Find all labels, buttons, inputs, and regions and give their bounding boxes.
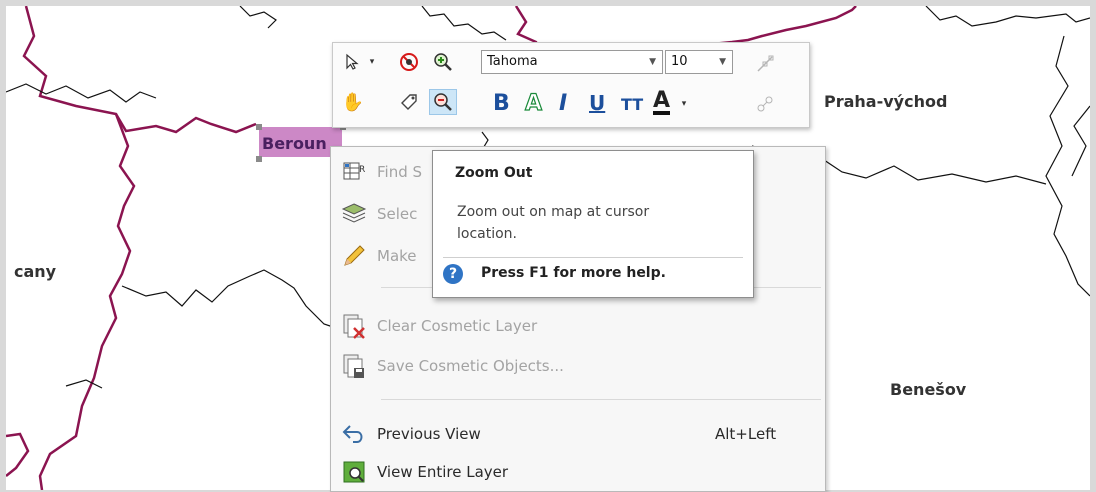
region-label-benesov[interactable]: Benešov xyxy=(890,380,966,399)
bold-button[interactable]: B xyxy=(493,91,510,116)
font-name-value: Tahoma xyxy=(487,54,538,69)
selection-handle[interactable] xyxy=(256,124,262,130)
region-label-beroun[interactable]: Beroun xyxy=(262,134,327,153)
find-selection-icon: R xyxy=(331,160,377,184)
underline-button[interactable]: U xyxy=(589,91,605,115)
font-size-combo[interactable]: 10 ▼ xyxy=(665,50,733,74)
menu-item-clear-cosmetic-layer[interactable]: Clear Cosmetic Layer xyxy=(331,307,825,345)
zoom-in-icon[interactable] xyxy=(429,49,457,75)
vertex-icon xyxy=(751,91,779,117)
pan-hand-icon[interactable]: ✋ xyxy=(339,89,367,115)
menu-item-label: Save Cosmetic Objects... xyxy=(377,357,564,375)
menu-item-label: Previous View xyxy=(377,425,481,443)
menu-item-view-entire-layer[interactable]: View Entire Layer xyxy=(331,453,825,491)
superscript-button[interactable]: TT xyxy=(621,95,643,114)
node-edit-icon xyxy=(751,51,779,77)
region-label-rakovnik[interactable]: cany xyxy=(14,262,56,281)
clear-cosmetic-layer-icon xyxy=(331,312,377,340)
italic-button[interactable]: I xyxy=(559,91,567,116)
chevron-down-icon: ▼ xyxy=(719,57,726,67)
tooltip-separator xyxy=(443,257,743,258)
tooltip-help-text: Press F1 for more help. xyxy=(481,265,666,281)
cancel-icon[interactable] xyxy=(395,49,423,75)
outline-text-button[interactable]: A xyxy=(524,90,542,116)
pencil-icon xyxy=(331,243,377,269)
region-label-praha-vychod[interactable]: Praha-východ xyxy=(824,92,947,111)
svg-text:R: R xyxy=(359,165,365,175)
font-name-combo[interactable]: Tahoma ▼ xyxy=(481,50,663,74)
tooltip-title: Zoom Out xyxy=(455,165,533,181)
mini-toolbar: ▾ ✋ Tahoma ▼ 10 ▼ B A I U TT A ▾ xyxy=(332,42,810,128)
menu-separator xyxy=(381,399,821,400)
save-cosmetic-objects-icon xyxy=(331,352,377,380)
zoom-out-icon[interactable] xyxy=(429,89,457,115)
tooltip-description: Zoom out on map at cursor location. xyxy=(457,204,650,242)
select-arrow-icon[interactable] xyxy=(339,49,367,75)
chevron-down-icon: ▼ xyxy=(649,57,656,67)
select-dropdown-icon[interactable]: ▾ xyxy=(365,49,379,75)
zoom-out-tooltip: Zoom Out Zoom out on map at cursor locat… xyxy=(432,150,754,298)
label-tag-icon[interactable] xyxy=(395,89,423,115)
help-icon: ? xyxy=(443,264,463,284)
menu-item-shortcut: Alt+Left xyxy=(715,425,777,443)
menu-item-previous-view[interactable]: Previous View Alt+Left xyxy=(331,415,825,453)
menu-item-save-cosmetic-objects[interactable]: Save Cosmetic Objects... xyxy=(331,347,825,385)
selection-handle[interactable] xyxy=(256,156,262,162)
font-color-dropdown-icon[interactable]: ▾ xyxy=(677,91,691,117)
view-entire-layer-icon xyxy=(331,459,377,485)
font-size-value: 10 xyxy=(671,54,688,69)
menu-item-label: View Entire Layer xyxy=(377,463,509,481)
font-color-button[interactable]: A xyxy=(653,90,671,115)
menu-item-label: Clear Cosmetic Layer xyxy=(377,317,538,335)
previous-view-icon xyxy=(331,421,377,447)
layers-icon xyxy=(331,201,377,227)
